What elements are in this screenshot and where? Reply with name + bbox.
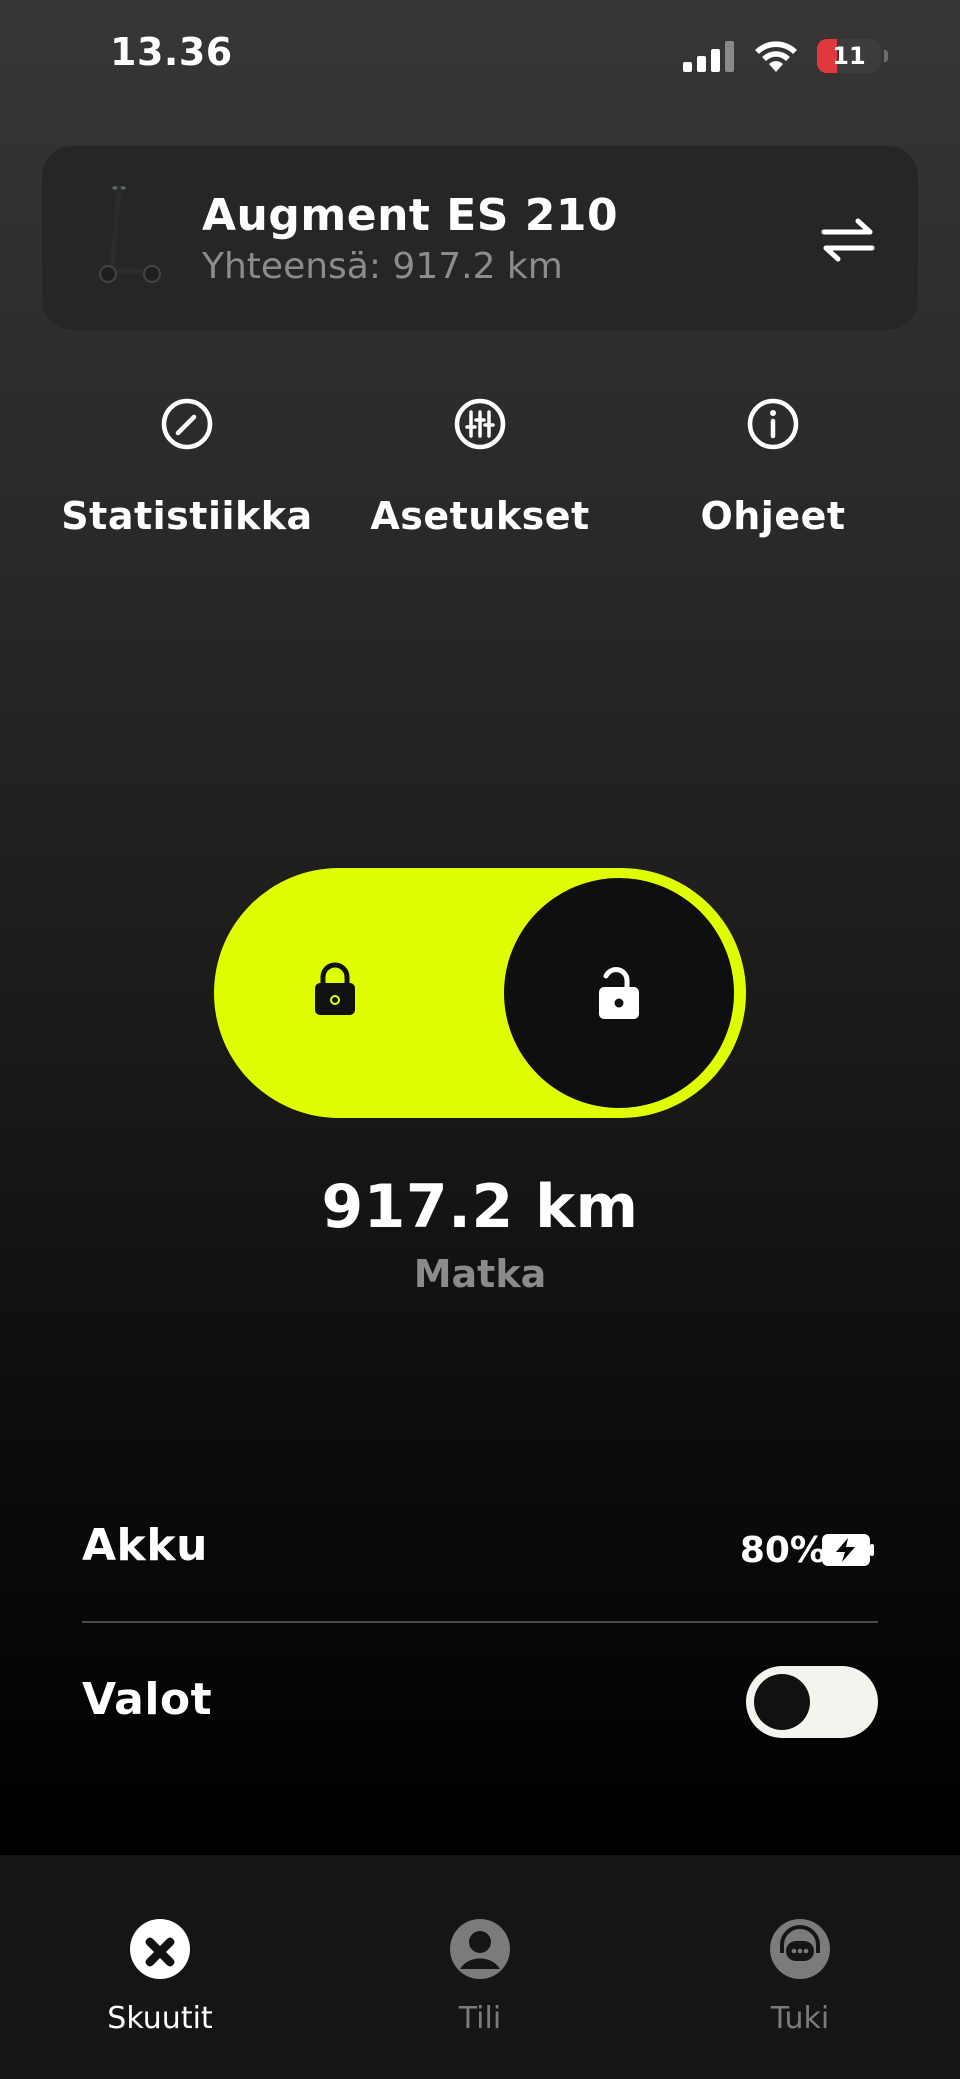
swap-arrows-icon bbox=[821, 218, 875, 262]
lights-row-label: Valot bbox=[82, 1674, 213, 1725]
support-chat-icon bbox=[770, 1919, 830, 1979]
nav-support-label: Tuki bbox=[770, 2001, 830, 2036]
nav-account[interactable]: Tili bbox=[380, 1917, 580, 2036]
wifi-icon bbox=[755, 41, 797, 72]
lights-toggle[interactable] bbox=[746, 1666, 878, 1738]
nav-scooters[interactable]: Skuutit bbox=[60, 1917, 260, 2036]
account-icon bbox=[450, 1919, 510, 1979]
status-time: 13.36 bbox=[110, 30, 233, 74]
battery-icon: 11 bbox=[817, 39, 881, 73]
trip-distance: 917.2 km bbox=[321, 1172, 639, 1242]
trip-distance-label: Matka bbox=[413, 1252, 547, 1296]
statistics-label: Statistiikka bbox=[61, 494, 313, 538]
scooter-card[interactable]: Augment ES 210 Yhteensä: 917.2 km bbox=[42, 146, 918, 330]
nav-scooters-label: Skuutit bbox=[107, 2001, 213, 2036]
row-divider bbox=[82, 1621, 878, 1623]
cellular-signal-icon bbox=[683, 41, 734, 72]
nav-support[interactable]: Tuki bbox=[700, 1917, 900, 2036]
info-icon bbox=[747, 398, 799, 450]
scooter-name: Augment ES 210 bbox=[202, 190, 619, 241]
scooter-total-distance: Yhteensä: 917.2 km bbox=[202, 246, 563, 287]
battery-charging-icon bbox=[822, 1534, 874, 1566]
instructions-label: Ohjeet bbox=[700, 494, 846, 538]
status-icons: 11 bbox=[683, 36, 888, 76]
scooter-thumbnail bbox=[99, 186, 161, 283]
lock-closed-icon bbox=[315, 962, 355, 1015]
switch-scooter-button[interactable] bbox=[816, 208, 880, 272]
statistics-button[interactable]: Statistiikka bbox=[47, 396, 327, 538]
lock-open-icon bbox=[599, 967, 639, 1019]
battery-nub bbox=[884, 50, 888, 62]
battery-percentage: 80% bbox=[739, 1530, 826, 1571]
settings-button[interactable]: Asetukset bbox=[340, 396, 620, 538]
scooter-brand-icon bbox=[130, 1919, 190, 1979]
lock-slider[interactable] bbox=[214, 868, 746, 1118]
lock-slider-knob[interactable] bbox=[504, 878, 734, 1108]
lights-toggle-knob bbox=[754, 1674, 810, 1730]
nav-account-label: Tili bbox=[458, 2001, 502, 2036]
bottom-nav: Skuutit Tili Tuki bbox=[0, 1855, 960, 2079]
settings-label: Asetukset bbox=[370, 494, 590, 538]
sliders-icon bbox=[454, 398, 506, 450]
speedometer-icon bbox=[161, 398, 213, 450]
instructions-button[interactable]: Ohjeet bbox=[633, 396, 913, 538]
battery-row-label: Akku bbox=[82, 1520, 208, 1571]
battery-level: 11 bbox=[832, 42, 866, 70]
